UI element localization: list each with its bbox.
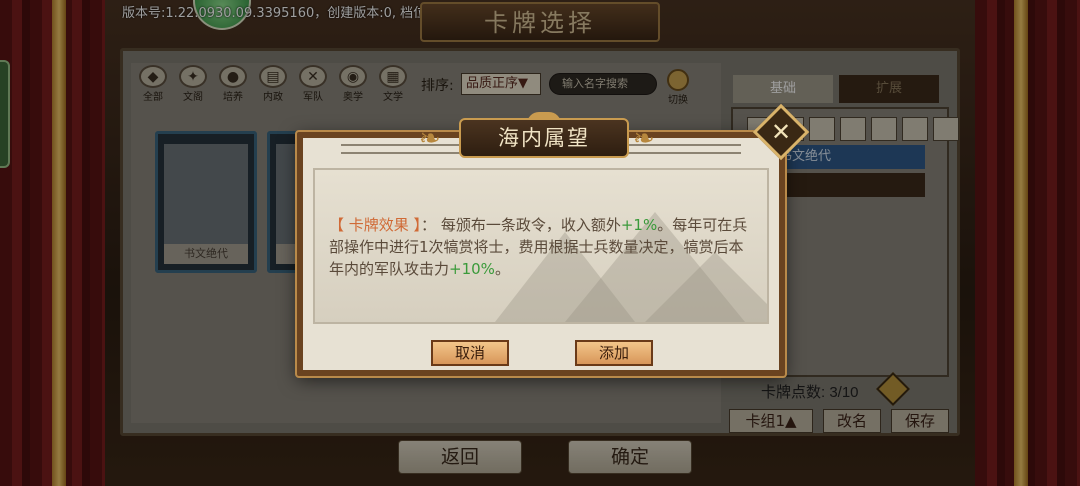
dialog-body: 【 卡牌效果 】： 每颁布一条政令，收入额外+1%。每年可在兵部操作中进行1次犒… [313,168,769,324]
cancel-button[interactable]: 取消 [431,340,509,366]
add-button[interactable]: 添加 [575,340,653,366]
card-effect-text: 【 卡牌效果 】： 每颁布一条政令，收入额外+1%。每年可在兵部操作中进行1次犒… [329,214,753,280]
card-detail-dialog: ❧ ❧ 海内属望 ✕ 【 卡牌效果 】： 每颁布一条政令，收入额外+1%。每年可… [297,103,810,376]
effect-tag: 【 卡牌效果 】 [329,216,422,234]
effect-bonus-value: +10% [449,260,495,278]
close-icon: ✕ [770,117,792,146]
dialog-title: 海内属望 [459,118,629,158]
dragon-ornament-icon: ❧ [633,124,655,154]
dragon-ornament-icon: ❧ [419,124,441,154]
effect-text-part: 。 [494,260,510,278]
effect-bonus-value: +1% [620,216,658,234]
effect-text-part: ： 每颁布一条政令，收入额外 [421,216,621,234]
